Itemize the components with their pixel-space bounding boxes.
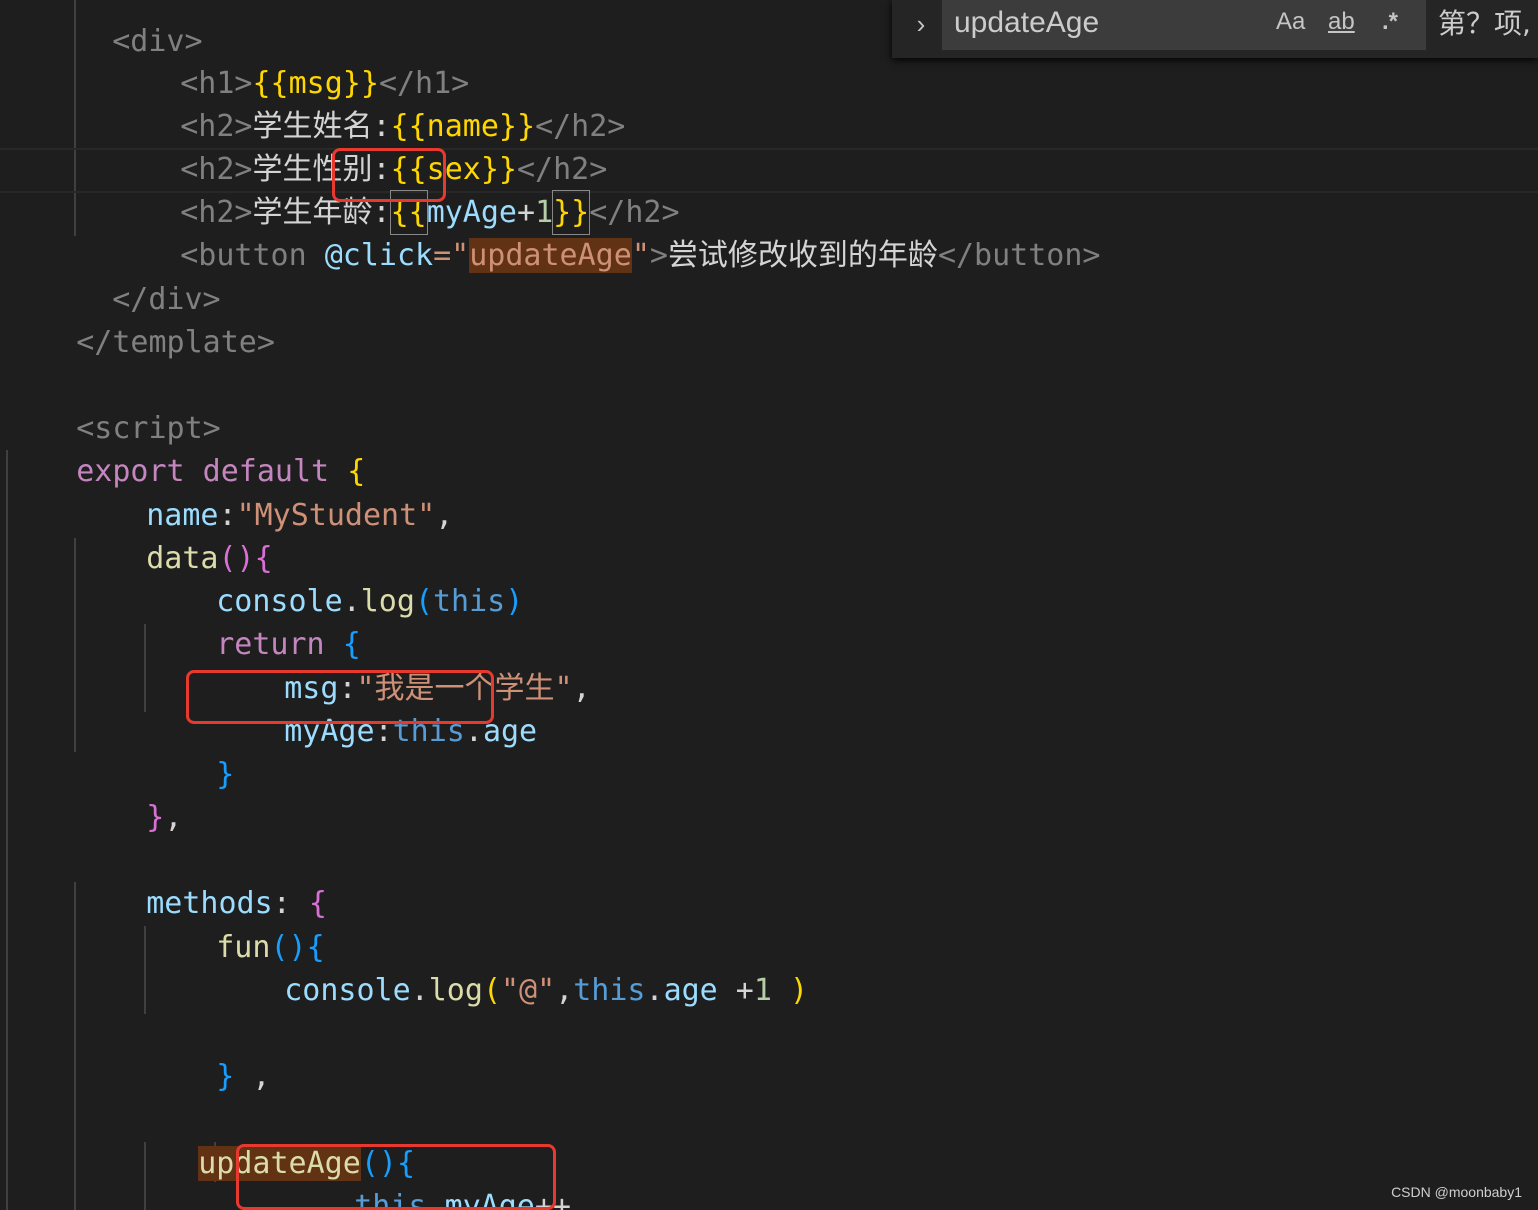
keyword-this: this <box>354 1189 427 1210</box>
dot: . <box>645 973 664 1008</box>
keyword-this: this <box>573 973 646 1008</box>
comma: , <box>234 1059 271 1094</box>
function-log: log <box>428 973 483 1008</box>
code-line[interactable]: <h2>学生年龄:{{myAge+1}}</h2> <box>108 148 680 235</box>
code-line[interactable]: fun(){ <box>144 883 324 965</box>
code-line[interactable]: </template> <box>4 278 275 360</box>
comma: , <box>164 800 183 835</box>
paren-open: ( <box>414 584 433 619</box>
operator-plus: + <box>717 973 754 1008</box>
indent-guide <box>6 450 8 1210</box>
tag-template-close: </template> <box>76 325 275 360</box>
comma: , <box>572 671 591 706</box>
code-line[interactable]: msg:"我是一个学生", <box>212 624 590 706</box>
keyword-this: this <box>392 714 465 749</box>
code-line[interactable]: return { <box>144 580 361 662</box>
operator-increment: ++ <box>534 1189 571 1210</box>
code-line[interactable]: }, <box>74 753 182 835</box>
regex-button[interactable]: .* <box>1382 4 1398 40</box>
brace-close: } <box>216 757 235 792</box>
dot: . <box>410 973 429 1008</box>
text-button-label: 尝试修改收到的年龄 <box>667 238 938 273</box>
code-line[interactable]: <div> <box>40 0 202 59</box>
string-at: "@" <box>501 973 556 1008</box>
comma: , <box>555 973 574 1008</box>
colon: : <box>374 714 393 749</box>
tag-button-close: </button> <box>937 238 1101 273</box>
code-line[interactable]: data(){ <box>74 494 272 576</box>
attr-quote: " <box>631 238 650 273</box>
search-match-updateage: updateAge <box>469 238 632 273</box>
code-line[interactable]: <h1>{{msg}}</h1> <box>108 19 469 101</box>
code-line[interactable]: <h2>学生性别:{{sex}}</h2> <box>108 105 607 187</box>
find-result-count: 第？项, <box>1438 7 1531 40</box>
find-widget: › updateAge Aa ab .* 第？项, <box>892 0 1538 58</box>
code-line[interactable]: </div> <box>40 235 220 317</box>
paren-close: ) <box>771 973 809 1008</box>
code-line[interactable]: myAge:this.age <box>212 667 537 749</box>
paren-close: ) <box>505 584 524 619</box>
code-line[interactable]: console.log(this) <box>144 537 523 619</box>
code-line[interactable]: <script> <box>4 364 221 446</box>
watermark: CSDN @moonbaby1 <box>1391 1184 1522 1200</box>
code-line[interactable]: <h2>学生姓名:{{name}}</h2> <box>108 62 625 144</box>
keyword-this: this <box>433 584 506 619</box>
comma: , <box>435 498 454 533</box>
function-log: log <box>360 584 415 619</box>
property-myage: myAge <box>444 1189 535 1210</box>
attr-equals: =" <box>433 238 470 273</box>
code-line[interactable]: name:"MyStudent", <box>74 451 453 533</box>
code-line[interactable]: <button @click="updateAge">尝试修改收到的年龄</bu… <box>108 191 1101 273</box>
dot: . <box>464 714 483 749</box>
whole-word-button[interactable]: ab <box>1328 4 1355 40</box>
property-age: age <box>663 973 718 1008</box>
brace-close: } <box>146 800 165 835</box>
code-line[interactable]: } , <box>144 1012 270 1094</box>
brace-close: } <box>216 1059 235 1094</box>
tag-gt: > <box>649 238 668 273</box>
dot: . <box>426 1189 445 1210</box>
toggle-replace-chevron-icon[interactable]: › <box>906 6 936 42</box>
paren-open: ( <box>482 973 501 1008</box>
object-console: console <box>284 973 411 1008</box>
code-line[interactable]: export default { <box>4 407 365 489</box>
code-line[interactable]: methods: { <box>74 839 327 921</box>
code-line[interactable]: } <box>144 710 234 792</box>
property-age: age <box>482 714 538 749</box>
match-case-button[interactable]: Aa <box>1276 4 1305 40</box>
code-line[interactable]: console.log("@",this.age +1 ) <box>212 926 808 1008</box>
code-line[interactable]: this.myAge++ <box>282 1142 571 1210</box>
key-myage: myAge <box>284 714 375 749</box>
attr-click: @click <box>324 238 434 273</box>
code-line[interactable]: updateAge(){ <box>126 1099 415 1181</box>
code-editor[interactable]: <div> <h1>{{msg}}</h1> <h2>学生姓名:{{name}}… <box>0 0 1538 1210</box>
number-one: 1 <box>753 973 772 1008</box>
code-line[interactable]: } <box>212 1185 302 1210</box>
